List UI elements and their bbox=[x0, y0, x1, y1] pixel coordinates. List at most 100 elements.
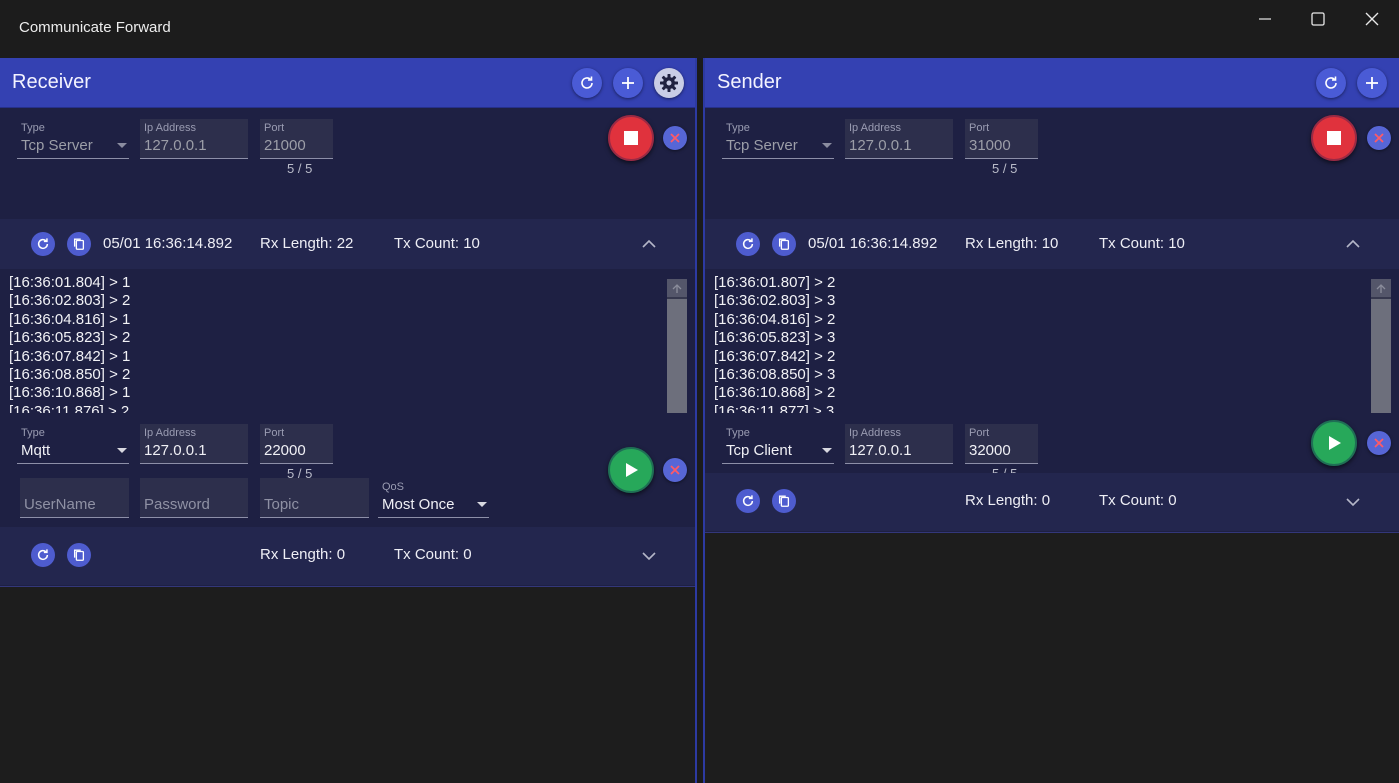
port-field[interactable]: Port 22000 bbox=[260, 424, 333, 464]
plus-icon bbox=[622, 77, 634, 89]
type-select[interactable]: Type Tcp Server bbox=[722, 119, 834, 159]
remove-endpoint-button[interactable] bbox=[663, 126, 687, 150]
copy-icon bbox=[73, 549, 85, 561]
remove-endpoint-button[interactable] bbox=[1367, 126, 1391, 150]
dropdown-arrow-icon bbox=[117, 143, 127, 148]
log-line: [16:36:05.823] > 2 bbox=[9, 329, 131, 347]
gear-icon bbox=[660, 74, 678, 92]
scroll-thumb[interactable] bbox=[667, 299, 687, 421]
close-icon bbox=[1374, 133, 1384, 143]
log-line: [16:36:01.807] > 2 bbox=[714, 274, 836, 291]
clear-log-button[interactable] bbox=[31, 232, 55, 256]
remove-endpoint-button[interactable] bbox=[1367, 431, 1391, 455]
close-button[interactable] bbox=[1352, 6, 1392, 32]
clear-log-button[interactable] bbox=[736, 232, 760, 256]
receiver-refresh-button[interactable] bbox=[572, 68, 602, 98]
scroll-up-icon[interactable] bbox=[667, 279, 687, 297]
port-field[interactable]: Port 31000 bbox=[965, 119, 1038, 159]
ip-address-field[interactable]: Ip Address 127.0.0.1 bbox=[845, 424, 953, 464]
port-char-counter: 5 / 5 bbox=[287, 161, 313, 176]
receiver-add-button[interactable] bbox=[613, 68, 643, 98]
receiver-header: Receiver bbox=[0, 58, 695, 108]
remove-endpoint-button[interactable] bbox=[663, 458, 687, 482]
chevron-down-icon[interactable] bbox=[1345, 497, 1361, 507]
copy-log-button[interactable] bbox=[772, 489, 796, 513]
stop-button[interactable] bbox=[1311, 115, 1357, 161]
topic-field[interactable]: Topic bbox=[260, 478, 369, 518]
refresh-icon bbox=[581, 76, 593, 89]
log-line: [16:36:05.823] > 3 bbox=[714, 329, 836, 347]
password-field[interactable]: Password bbox=[140, 478, 248, 518]
log-line: [16:36:07.842] > 1 bbox=[9, 347, 131, 365]
minimize-icon bbox=[1259, 18, 1271, 20]
chevron-up-icon[interactable] bbox=[641, 239, 657, 249]
window-title: Communicate Forward bbox=[19, 19, 171, 36]
close-icon bbox=[1365, 12, 1379, 26]
scroll-up-icon[interactable] bbox=[1371, 279, 1391, 297]
type-select[interactable]: Type Mqtt bbox=[17, 424, 129, 464]
maximize-icon bbox=[1311, 12, 1325, 26]
scroll-thumb[interactable] bbox=[1371, 299, 1391, 421]
refresh-icon bbox=[37, 549, 49, 561]
close-icon bbox=[670, 133, 680, 143]
title-bar: Communicate Forward bbox=[0, 0, 1399, 58]
start-button[interactable] bbox=[1311, 420, 1357, 466]
rx-length: Rx Length: 0 bbox=[260, 546, 346, 563]
tx-count: Tx Count: 10 bbox=[394, 235, 480, 252]
stats-bar: Rx Length: 0 Tx Count: 0 bbox=[0, 527, 695, 585]
plus-icon bbox=[1366, 77, 1378, 89]
qos-select[interactable]: QoS Most Once bbox=[378, 478, 489, 518]
sender-refresh-button[interactable] bbox=[1316, 68, 1346, 98]
refresh-icon bbox=[742, 238, 754, 250]
refresh-icon bbox=[37, 238, 49, 250]
log-line: [16:36:04.816] > 1 bbox=[9, 310, 131, 328]
log-line: [16:36:10.868] > 2 bbox=[714, 384, 836, 402]
dropdown-arrow-icon bbox=[822, 448, 832, 453]
copy-log-button[interactable] bbox=[67, 543, 91, 567]
settings-button[interactable] bbox=[654, 68, 684, 98]
log-line: [16:36:02.803] > 3 bbox=[714, 292, 836, 310]
minimize-button[interactable] bbox=[1245, 6, 1285, 32]
rx-length: Rx Length: 0 bbox=[965, 492, 1051, 509]
ip-address-field[interactable]: Ip Address 127.0.0.1 bbox=[140, 424, 248, 464]
sender-title: Sender bbox=[717, 71, 782, 93]
copy-log-button[interactable] bbox=[67, 232, 91, 256]
username-field[interactable]: UserName bbox=[20, 478, 129, 518]
port-field[interactable]: Port 32000 bbox=[965, 424, 1038, 464]
clear-log-button[interactable] bbox=[31, 543, 55, 567]
last-timestamp: 05/01 16:36:14.892 bbox=[103, 235, 233, 252]
maximize-button[interactable] bbox=[1298, 6, 1338, 32]
log-line: [16:36:04.816] > 2 bbox=[714, 310, 836, 328]
log-line: [16:36:10.868] > 1 bbox=[9, 384, 131, 402]
ip-address-field[interactable]: Ip Address 127.0.0.1 bbox=[845, 119, 953, 159]
sender-endpoint-card: Type Tcp Server Ip Address 127.0.0.1 Por… bbox=[705, 108, 1399, 452]
type-select[interactable]: Type Tcp Server bbox=[17, 119, 129, 159]
stop-icon bbox=[624, 131, 638, 145]
copy-icon bbox=[73, 238, 85, 250]
sender-add-button[interactable] bbox=[1357, 68, 1387, 98]
chevron-up-icon[interactable] bbox=[1345, 239, 1361, 249]
receiver-panel: Receiver Type Tcp Server Ip Address 127.… bbox=[0, 58, 697, 783]
rx-length: Rx Length: 22 bbox=[260, 235, 354, 252]
log-line: [16:36:08.850] > 3 bbox=[714, 366, 836, 384]
close-icon bbox=[1374, 438, 1384, 448]
copy-log-button[interactable] bbox=[772, 232, 796, 256]
close-icon bbox=[670, 465, 680, 475]
receiver-endpoint-card: Type Mqtt Ip Address 127.0.0.1 Port 2200… bbox=[0, 413, 695, 587]
type-select[interactable]: Type Tcp Client bbox=[722, 424, 834, 464]
ip-address-field[interactable]: Ip Address 127.0.0.1 bbox=[140, 119, 248, 159]
rx-length: Rx Length: 10 bbox=[965, 235, 1059, 252]
play-icon bbox=[1329, 436, 1341, 450]
play-icon bbox=[626, 463, 638, 477]
stop-icon bbox=[1327, 131, 1341, 145]
tx-count: Tx Count: 0 bbox=[1099, 492, 1177, 509]
stop-button[interactable] bbox=[608, 115, 654, 161]
chevron-down-icon[interactable] bbox=[641, 551, 657, 561]
start-button[interactable] bbox=[608, 447, 654, 493]
copy-icon bbox=[778, 495, 790, 507]
port-field[interactable]: Port 21000 bbox=[260, 119, 333, 159]
port-char-counter: 5 / 5 bbox=[992, 161, 1018, 176]
stats-bar: Rx Length: 0 Tx Count: 0 bbox=[705, 473, 1399, 531]
dropdown-arrow-icon bbox=[477, 502, 487, 507]
clear-log-button[interactable] bbox=[736, 489, 760, 513]
